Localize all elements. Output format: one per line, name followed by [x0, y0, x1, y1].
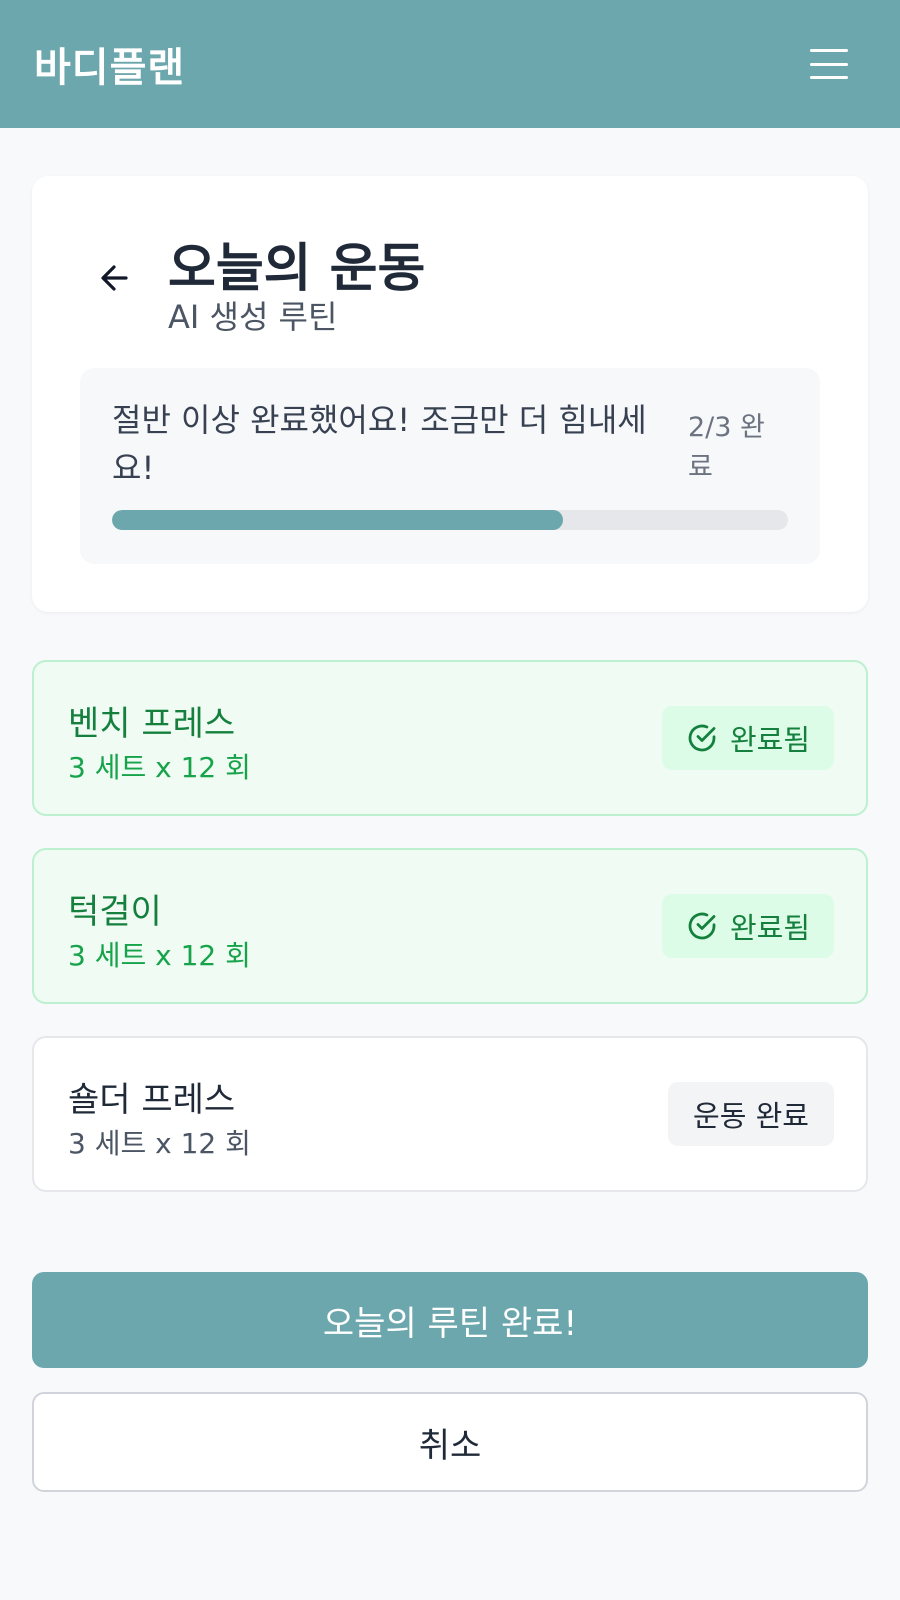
- exercise-item-shoulder-press: 숄더 프레스 3 세트 x 12 회 운동 완료: [32, 1036, 868, 1192]
- arrow-left-icon[interactable]: [94, 256, 138, 300]
- exercise-status-button[interactable]: 완료됨: [662, 706, 834, 770]
- exercise-complete-button[interactable]: 운동 완료: [668, 1082, 834, 1146]
- hamburger-menu-icon[interactable]: [810, 49, 848, 79]
- exercise-status-button[interactable]: 완료됨: [662, 894, 834, 958]
- exercise-name: 벤치 프레스: [68, 704, 236, 744]
- progress-count: 2/3 완료: [688, 412, 765, 483]
- menu-line: [810, 62, 848, 66]
- status-label: 완료됨: [729, 723, 811, 757]
- progress-panel: 절반 이상 완료했어요! 조금만 더 힘내세요! 2/3 완료: [80, 368, 820, 564]
- page-title: 오늘의 운동: [168, 239, 426, 299]
- exercise-detail: 3 세트 x 12 회: [68, 1127, 251, 1160]
- status-label: 운동 완료: [693, 1099, 809, 1133]
- exercise-item-pull-up: 턱걸이 3 세트 x 12 회 완료됨: [32, 848, 868, 1004]
- exercise-name: 턱걸이: [68, 892, 162, 932]
- status-label: 완료됨: [729, 911, 811, 945]
- menu-line: [810, 76, 848, 79]
- progress-bar: [112, 510, 788, 530]
- workout-summary-card: 오늘의 운동 AI 생성 루틴 절반 이상 완료했어요! 조금만 더 힘내세요!…: [32, 176, 868, 612]
- menu-line: [810, 49, 848, 52]
- exercise-name: 숄더 프레스: [68, 1080, 236, 1120]
- exercise-item-bench-press: 벤치 프레스 3 세트 x 12 회 완료됨: [32, 660, 868, 816]
- top-app-bar: 바디플랜: [0, 0, 900, 128]
- progress-bar-fill: [112, 510, 563, 530]
- exercise-detail: 3 세트 x 12 회: [68, 939, 251, 972]
- check-circle-icon: [686, 910, 718, 942]
- check-circle-icon: [686, 722, 718, 754]
- app-brand: 바디플랜: [34, 45, 186, 91]
- progress-message: 절반 이상 완료했어요! 조금만 더 힘내세요!: [112, 401, 647, 487]
- complete-routine-button[interactable]: 오늘의 루틴 완료!: [32, 1272, 868, 1368]
- page-subtitle: AI 생성 루틴: [168, 298, 338, 336]
- exercise-detail: 3 세트 x 12 회: [68, 751, 251, 784]
- cancel-button[interactable]: 취소: [32, 1392, 868, 1492]
